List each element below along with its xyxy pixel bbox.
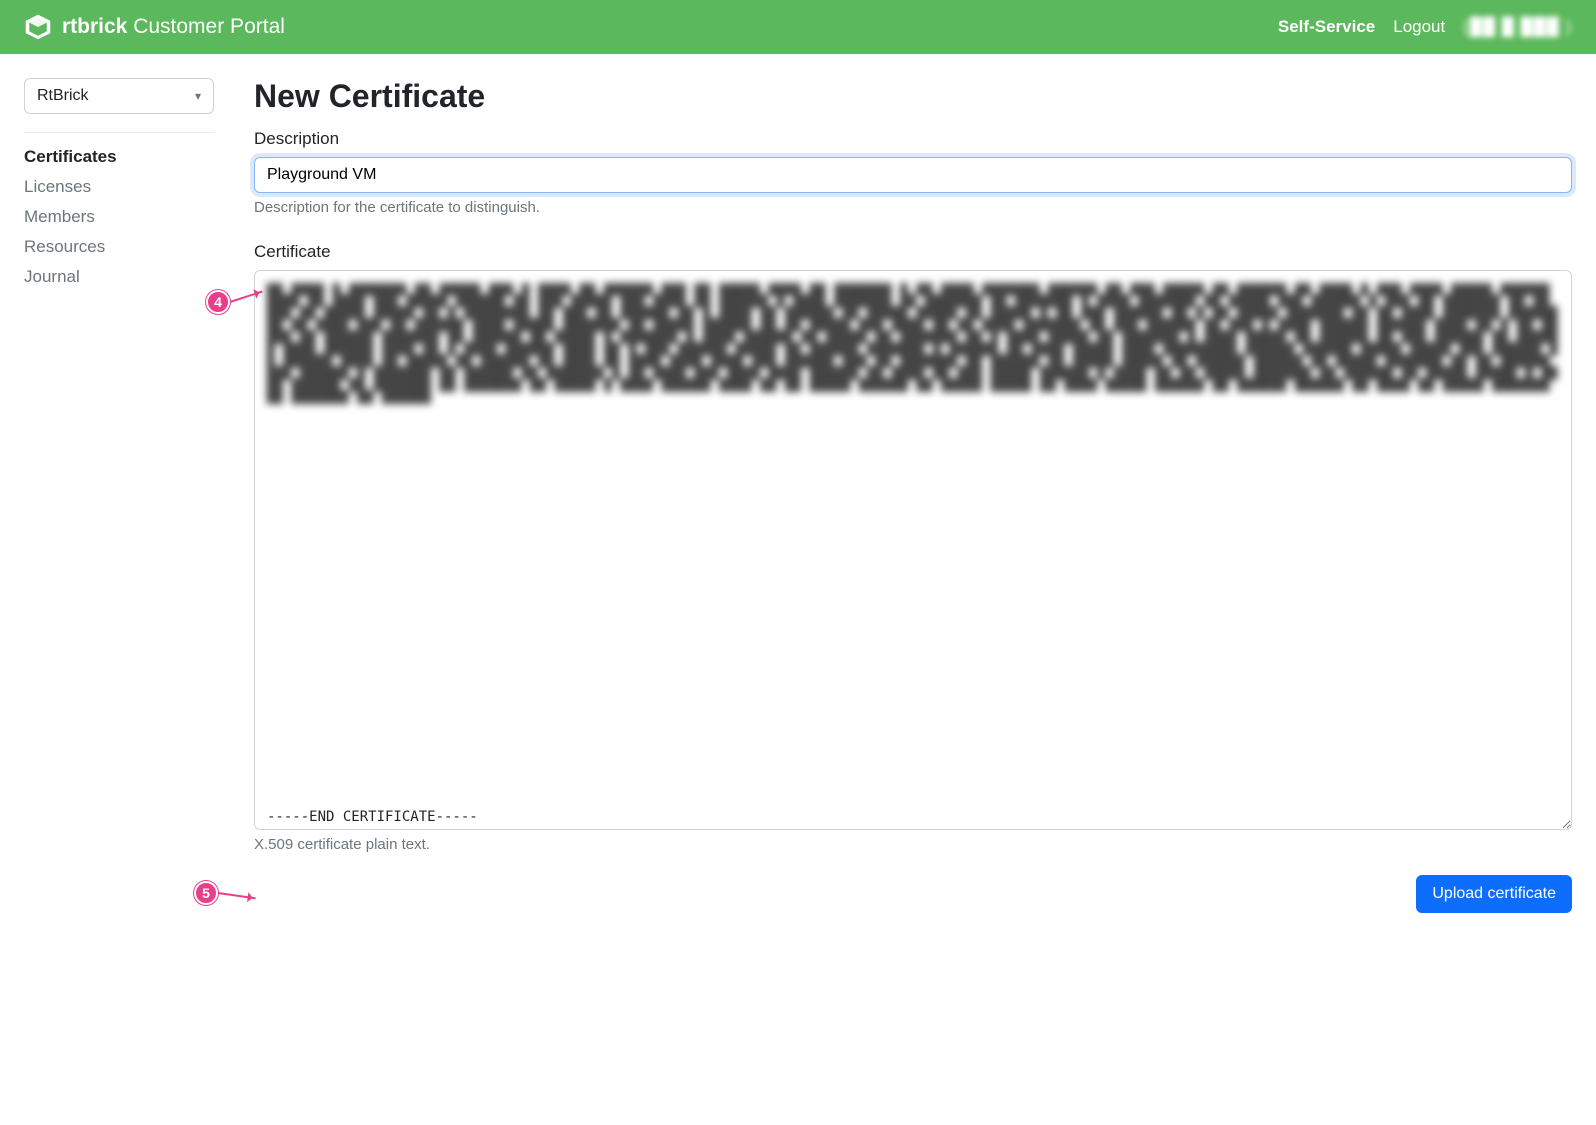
- upload-certificate-button[interactable]: Upload certificate: [1416, 875, 1572, 913]
- description-input[interactable]: [254, 157, 1572, 193]
- description-label: Description: [254, 129, 1572, 149]
- sidebar-item-label[interactable]: Members: [24, 207, 95, 226]
- sidebar-item-journal[interactable]: Journal: [24, 267, 214, 287]
- brand-name: rtbrick: [62, 15, 127, 38]
- annotation-5-arrow: [218, 892, 256, 899]
- description-help: Description for the certificate to disti…: [254, 199, 1572, 216]
- app-header: rtbrick Customer Portal Self-Service Log…: [0, 0, 1596, 54]
- sidebar-divider: [24, 132, 214, 133]
- sidebar-item-resources[interactable]: Resources: [24, 237, 214, 257]
- sidebar-item-certificates[interactable]: Certificates: [24, 147, 214, 167]
- certificate-label: Certificate: [254, 242, 1572, 262]
- sidebar-item-label[interactable]: Certificates: [24, 147, 117, 166]
- org-selector[interactable]: RtBrick ▾: [24, 78, 214, 114]
- org-selected-label: RtBrick: [37, 87, 89, 105]
- sidebar-item-label[interactable]: Journal: [24, 267, 80, 286]
- sidebar-nav: Certificates Licenses Members Resources …: [24, 147, 214, 287]
- main-content: New Certificate Description Description …: [254, 78, 1572, 913]
- annotation-5-badge: 5: [194, 881, 218, 905]
- current-user: (██ █ ███ ): [1463, 17, 1572, 37]
- sidebar-item-licenses[interactable]: Licenses: [24, 177, 214, 197]
- certificate-end-line: -----END CERTIFICATE-----: [267, 807, 1559, 829]
- page-title: New Certificate: [254, 78, 1572, 115]
- certificate-help: X.509 certificate plain text.: [254, 836, 1572, 853]
- sidebar-item-label[interactable]: Resources: [24, 237, 105, 256]
- header-actions: Self-Service Logout (██ █ ███ ): [1278, 17, 1572, 37]
- certificate-redacted-content: ██ ████ █ ███████ ██ █████ ███ █ ████ ██…: [267, 283, 1559, 793]
- certificate-textarea[interactable]: ██ ████ █ ███████ ██ █████ ███ █ ████ ██…: [254, 270, 1572, 830]
- sidebar-item-members[interactable]: Members: [24, 207, 214, 227]
- brand-logo-icon: [24, 13, 52, 41]
- brand-subtitle: Customer Portal: [133, 15, 285, 38]
- sidebar-item-label[interactable]: Licenses: [24, 177, 91, 196]
- annotation-4-badge: 4: [206, 290, 230, 314]
- logout-link[interactable]: Logout: [1393, 17, 1445, 37]
- self-service-link[interactable]: Self-Service: [1278, 17, 1375, 37]
- chevron-down-icon: ▾: [195, 89, 201, 103]
- sidebar: RtBrick ▾ Certificates Licenses Members …: [24, 78, 214, 287]
- brand: rtbrick Customer Portal: [24, 13, 285, 41]
